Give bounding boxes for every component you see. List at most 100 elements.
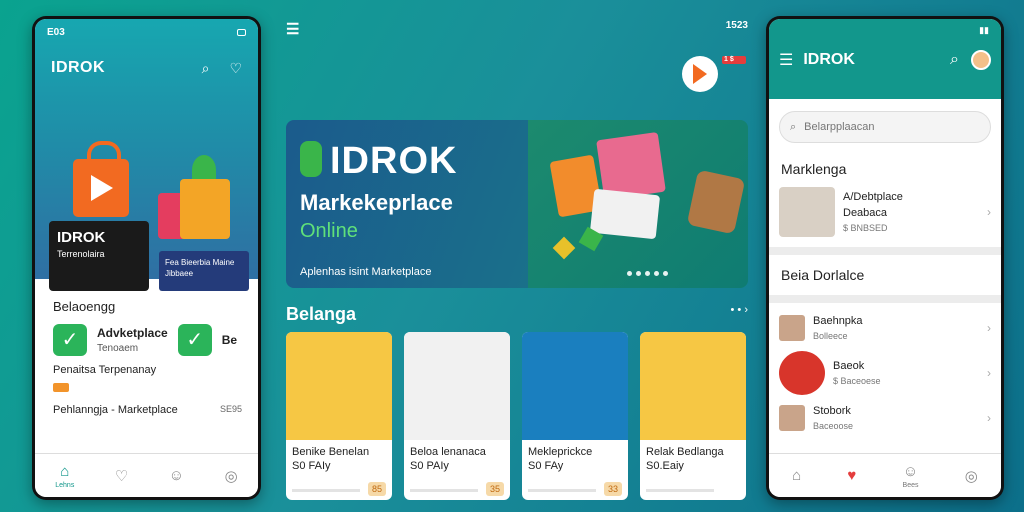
- list-item-sub: $ Baceoese: [833, 375, 881, 386]
- check-icon-2: ✓: [177, 324, 212, 356]
- product-progress: [528, 489, 596, 492]
- product-image: [522, 332, 628, 440]
- chevron-right-icon: ›: [987, 411, 991, 425]
- product-image: [286, 332, 392, 440]
- list-item-price: $ BNBSED: [843, 222, 888, 233]
- product-name: Beloa lenanaca: [410, 446, 486, 458]
- section-more-icon[interactable]: • • ›: [731, 304, 748, 325]
- section-title: Belanga: [286, 304, 357, 324]
- left-phone: E03 IDROK ⌕ ♡ IDROK Terrenolaira Fea Bie: [32, 16, 261, 500]
- menu-icon[interactable]: ☰: [779, 50, 793, 70]
- fruit-basket-icon: [779, 351, 825, 395]
- right-title: IDROK: [803, 51, 855, 68]
- app-badge-label: 1 $: [722, 56, 746, 94]
- status-bar: E03: [35, 19, 258, 45]
- section-title: Marklenga: [781, 161, 847, 177]
- list-item-title: A/Debtplace: [843, 190, 903, 203]
- nav-deals[interactable]: ☺: [169, 467, 184, 484]
- banner-caption: Aplenhas isint Marketplace: [300, 266, 432, 278]
- promo-card-sub: Terrenolaira: [57, 249, 105, 259]
- product-card[interactable]: Mekleprickce S0 FAy 33: [522, 332, 628, 500]
- home-icon: ⌂: [792, 467, 802, 484]
- chevron-right-icon: ›: [987, 321, 991, 335]
- banner-illustration: [528, 120, 748, 288]
- smile-icon: ☺: [902, 462, 919, 480]
- center-status-bar: ☰ 1523: [286, 20, 748, 40]
- product-card[interactable]: Benike Benelan S0 FAIy 85: [286, 332, 392, 500]
- list-item[interactable]: Stobork Baceoose ›: [769, 399, 1001, 437]
- cart-thumbnail: [779, 187, 835, 237]
- nav-home-label: Lehns: [55, 481, 75, 489]
- nav-deals[interactable]: ☺ Bees: [903, 463, 919, 489]
- notification-icon[interactable]: ♡: [229, 60, 242, 77]
- nav-home[interactable]: ⌂: [792, 467, 801, 484]
- bag-yellow-icon: [180, 179, 230, 239]
- avatar[interactable]: [971, 50, 991, 70]
- right-title-row: ☰ IDROK ⌕: [769, 42, 1001, 78]
- search-icon[interactable]: ⌕: [950, 51, 959, 69]
- search-placeholder: Belarpplaacan: [804, 121, 875, 133]
- right-screen: ▮▮ ☰ IDROK ⌕ ⌕ Belarpplaacan Marklenga A…: [769, 19, 1001, 497]
- item-sub: Tenoaem: [97, 343, 139, 354]
- user-icon: ◎: [964, 467, 978, 485]
- product-image: [640, 332, 746, 440]
- item-title: Advketplace: [97, 326, 168, 340]
- list-item[interactable]: Baehnpka Bolleece ›: [769, 309, 1001, 347]
- search-icon[interactable]: ⌕: [202, 60, 210, 77]
- hero-banner[interactable]: IDROK Markekeprlace Online Aplenhas isin…: [286, 120, 748, 288]
- nav-profile[interactable]: ◎: [965, 467, 978, 485]
- status-icons: [237, 28, 246, 36]
- banner-logo: IDROK: [300, 140, 457, 183]
- nav-favorites[interactable]: ♥: [847, 467, 856, 484]
- product-price: S0 FAIy: [292, 460, 331, 472]
- list-item-title: Baeok: [833, 360, 865, 372]
- list-item-title: Baehnpka: [813, 315, 863, 327]
- list-item[interactable]: A/Debtplace Deabaca $ BNBSED ›: [769, 183, 1001, 241]
- menu-icon[interactable]: ☰: [286, 20, 299, 40]
- bottom-nav: ⌂ ♥ ☺ Bees ◎: [769, 453, 1001, 497]
- battery-icon: [237, 28, 246, 36]
- product-name: Mekleprickce: [528, 446, 593, 458]
- nav-profile[interactable]: ◎: [225, 467, 238, 485]
- product-card[interactable]: Beloa lenanaca S0 PAIy 35: [404, 332, 510, 500]
- logo-mark-icon: [300, 141, 322, 177]
- right-header: ▮▮ ☰ IDROK ⌕: [769, 19, 1001, 99]
- left-body: Belaoengg ✓ Advketplace Tenoaem ✓ Be Pen…: [35, 279, 258, 416]
- search-input[interactable]: ⌕ Belarpplaacan: [779, 111, 991, 143]
- check-icon: ✓: [53, 324, 87, 356]
- list-item[interactable]: Baeok $ Baceoese ›: [769, 347, 1001, 399]
- promo-card-2[interactable]: Fea Bieerbia Maine Jibbaee: [159, 251, 249, 291]
- center-view: ☰ 1523 1 $ IDROK Markekeprlace Online Ap…: [270, 0, 764, 512]
- item-title-2: Be: [221, 333, 238, 347]
- app-logo: IDROK: [51, 59, 106, 76]
- right-status-bar: ▮▮: [769, 19, 1001, 42]
- person-thumbnail: [779, 315, 805, 341]
- heart-icon: ♡: [114, 467, 129, 485]
- product-badge: 85: [367, 482, 386, 496]
- marketplace-item[interactable]: ✓ Advketplace Tenoaem ✓ Be: [53, 324, 242, 356]
- product-progress: [410, 489, 478, 492]
- promo-card-title: IDROK: [57, 229, 106, 246]
- product-list: Benike Benelan S0 FAIy 85 Beloa lenanaca…: [286, 332, 748, 500]
- promo-card[interactable]: IDROK Terrenolaira: [49, 221, 149, 291]
- star-icon: [552, 236, 576, 260]
- cart-illustration: [158, 149, 230, 249]
- nav-deals-label: Bees: [902, 481, 919, 489]
- product-badge: 35: [485, 482, 504, 496]
- product-name: Relak Bedlanga: [646, 446, 724, 458]
- wallet-icon: [686, 169, 746, 235]
- nav-favorites[interactable]: ♡: [115, 467, 128, 485]
- list-item[interactable]: Pehlanngja - Marketplace SE95: [53, 404, 242, 416]
- product-card[interactable]: Relak Bedlanga S0.Eaiy: [640, 332, 746, 500]
- search-icon: ⌕: [790, 120, 797, 133]
- card-icon-2: [589, 188, 661, 240]
- shopping-bag-icon: [73, 141, 129, 217]
- status-time: E03: [47, 26, 65, 38]
- user-icon: ◎: [224, 467, 238, 485]
- app-icon[interactable]: [682, 56, 718, 92]
- left-hero: E03 IDROK ⌕ ♡ IDROK Terrenolaira Fea Bie: [35, 19, 258, 291]
- nav-home[interactable]: ⌂ Lehns: [55, 463, 74, 489]
- product-image: [404, 332, 510, 440]
- app-header: IDROK ⌕ ♡: [35, 45, 258, 77]
- carousel-dots[interactable]: [627, 271, 668, 276]
